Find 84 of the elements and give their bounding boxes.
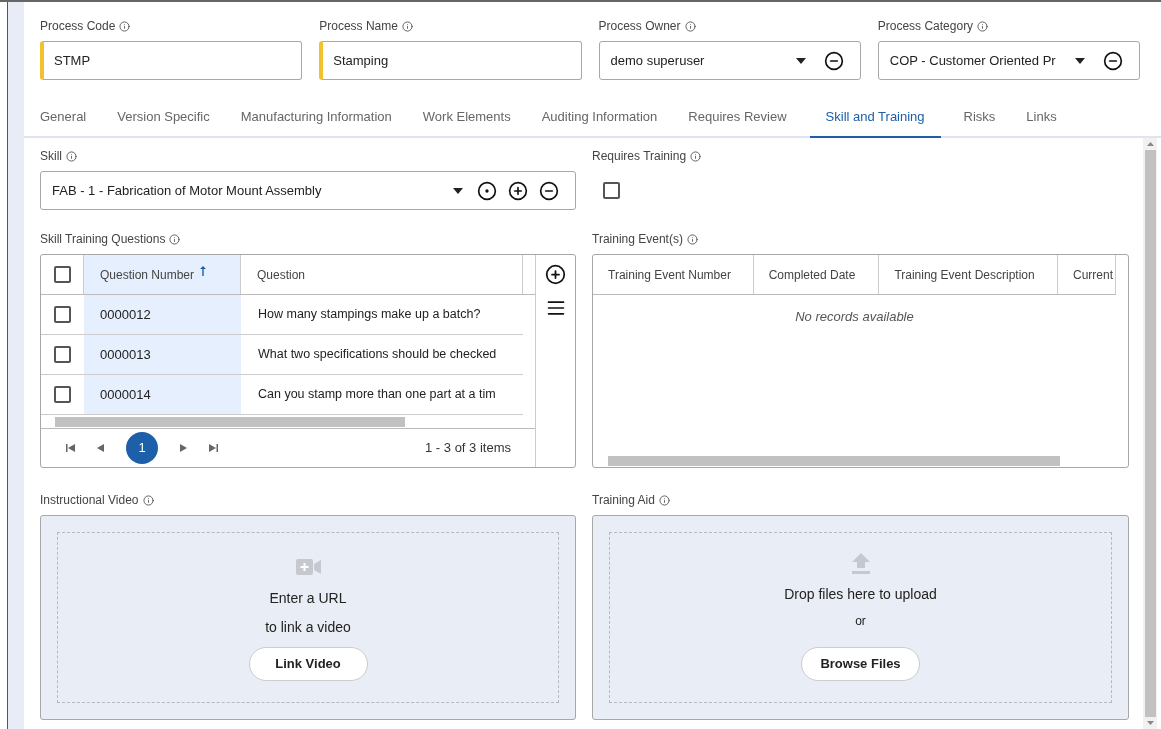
drop-zone[interactable]: Drop files here to upload or Browse Files: [609, 532, 1112, 703]
video-icon: [295, 559, 321, 575]
field-label: Training Aid: [592, 492, 655, 509]
skill-dropdown[interactable]: FAB - 1 - Fabrication of Motor Mount Assembly: [40, 171, 576, 210]
info-icon[interactable]: [66, 150, 77, 162]
column-header[interactable]: Training Event Number: [593, 255, 754, 294]
field-label: Skill: [40, 148, 62, 165]
dropdown-field[interactable]: COP - Customer Oriented Pr: [877, 41, 1140, 80]
info-icon[interactable]: [658, 494, 670, 506]
column-header[interactable]: Current: [1058, 255, 1116, 294]
info-icon[interactable]: [401, 20, 413, 32]
last-page-icon[interactable]: [209, 444, 218, 452]
tab[interactable]: Requires Review: [680, 106, 795, 138]
scrollbar[interactable]: [1143, 138, 1157, 729]
next-page-icon[interactable]: [180, 444, 187, 452]
field-label: Training Event(s): [592, 231, 683, 248]
link-video-button[interactable]: Link Video: [248, 647, 368, 681]
table-cell: 0000012: [84, 295, 241, 334]
dropdown-field[interactable]: demo superuser: [598, 41, 861, 80]
checkbox[interactable]: [54, 306, 71, 323]
table-cell-text: What two specifications should be checked: [257, 346, 498, 364]
scrollbar[interactable]: [608, 456, 1060, 466]
tab[interactable]: Version Specific: [109, 106, 218, 138]
table-cell: 0000014: [84, 375, 241, 414]
table-cell-text: Can you stamp more than one part at a tim: [257, 386, 497, 404]
tab[interactable]: General: [32, 106, 95, 138]
page-button[interactable]: 1: [126, 432, 158, 464]
caret-icon[interactable]: [453, 187, 463, 194]
menu-icon[interactable]: [545, 298, 566, 318]
remove-icon[interactable]: [823, 50, 844, 71]
info-icon[interactable]: [684, 20, 696, 32]
info-icon[interactable]: [142, 494, 154, 506]
caret-icon[interactable]: [1075, 57, 1085, 64]
info-icon[interactable]: [977, 20, 989, 32]
column-header[interactable]: Question Number: [84, 255, 241, 294]
tab[interactable]: Skill and Training: [809, 106, 941, 138]
info-icon[interactable]: [686, 233, 698, 245]
field-label: Process Name: [319, 18, 398, 35]
field-label: Instructional Video: [40, 492, 139, 509]
upload-icon: [851, 553, 870, 574]
remove-icon[interactable]: [539, 180, 559, 201]
field-label: Process Code: [40, 18, 116, 35]
caret-icon[interactable]: [795, 57, 806, 64]
tab[interactable]: Manufacturing Information: [232, 106, 400, 138]
field-label: Skill Training Questions: [40, 231, 166, 248]
column-header[interactable]: Completed Date: [753, 255, 880, 294]
info-icon[interactable]: [119, 20, 131, 32]
tab[interactable]: Risks: [955, 106, 1004, 138]
first-page-icon[interactable]: [66, 444, 75, 452]
drop-text: Drop files here to upload: [784, 585, 937, 604]
prompt-text: to link a video: [265, 618, 351, 637]
tab[interactable]: Auditing Information: [533, 106, 666, 138]
column-header[interactable]: Question: [241, 255, 523, 294]
empty-message: No records available: [794, 308, 915, 326]
prompt-text: Enter a URL: [269, 589, 347, 608]
add-icon[interactable]: [545, 264, 566, 285]
column-header[interactable]: Training Event Description: [879, 255, 1058, 294]
checkbox[interactable]: [54, 386, 71, 403]
pager-summary: 1 - 3 of 3 items: [425, 439, 511, 458]
drop-zone[interactable]: Enter a URL to link a video Link Video: [57, 532, 559, 703]
target-icon[interactable]: [477, 180, 497, 201]
table-cell: 0000013: [84, 335, 241, 374]
sort-arrow-icon[interactable]: [200, 265, 207, 276]
field-label: Requires Training: [592, 148, 687, 165]
checkbox[interactable]: [603, 182, 620, 199]
previous-page-icon[interactable]: [97, 444, 104, 452]
info-icon[interactable]: [169, 233, 181, 245]
scroll-up-icon[interactable]: [1146, 142, 1154, 146]
info-icon[interactable]: [690, 150, 702, 162]
scroll-down-icon[interactable]: [1146, 721, 1154, 725]
checkbox[interactable]: [53, 266, 71, 283]
tab[interactable]: Work Elements: [414, 106, 519, 138]
remove-icon[interactable]: [1103, 50, 1123, 71]
text-field[interactable]: STMP: [40, 41, 303, 80]
table-cell-text: How many stampings make up a batch?: [257, 306, 482, 324]
browse-files-button[interactable]: Browse Files: [801, 647, 920, 681]
checkbox[interactable]: [54, 346, 71, 363]
scrollbar[interactable]: [55, 417, 405, 427]
add-icon[interactable]: [508, 180, 528, 201]
tab[interactable]: Links: [1018, 106, 1065, 138]
field-label: Process Category: [877, 18, 974, 35]
or-text: or: [855, 613, 866, 630]
text-field[interactable]: Stamping: [319, 41, 582, 80]
field-label: Process Owner: [598, 18, 681, 35]
